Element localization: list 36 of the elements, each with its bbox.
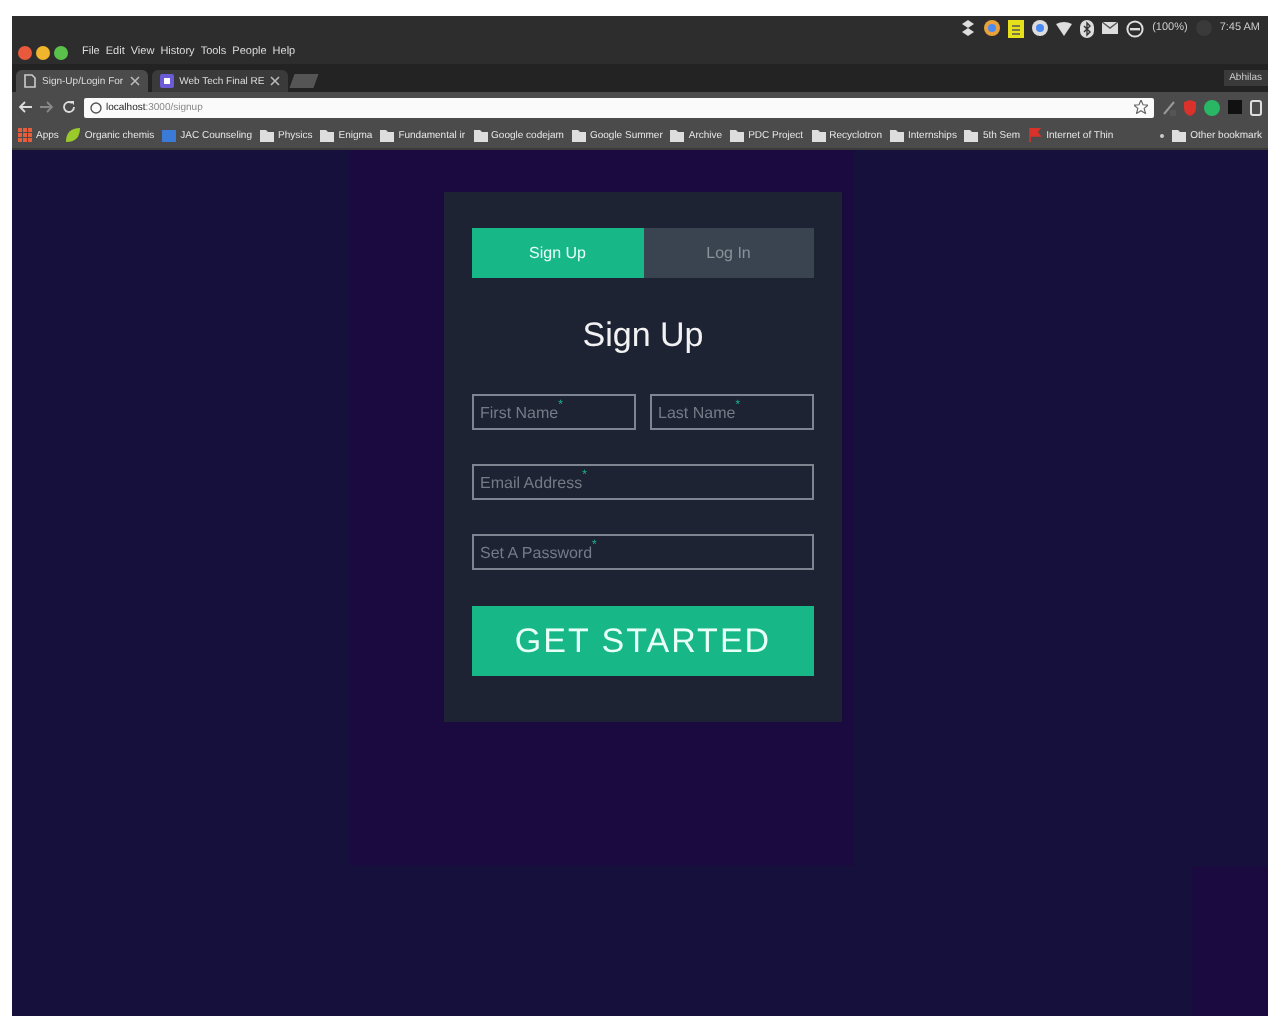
close-icon[interactable] xyxy=(129,76,140,86)
folder-icon xyxy=(571,129,586,141)
info-icon xyxy=(90,101,102,113)
folder-icon xyxy=(380,129,395,141)
leaf-icon xyxy=(66,128,81,142)
document-icon xyxy=(159,74,174,88)
back-icon[interactable] xyxy=(18,100,32,114)
extension-icon[interactable] xyxy=(1204,99,1220,115)
folder-icon xyxy=(320,129,335,141)
folder-icon xyxy=(1172,129,1187,141)
folder-icon xyxy=(730,129,745,141)
flag-icon xyxy=(1028,128,1043,142)
form-title: Sign Up xyxy=(580,316,706,356)
dropbox-icon[interactable] xyxy=(960,20,977,36)
bluetooth-icon[interactable] xyxy=(1080,19,1095,37)
close-icon[interactable] xyxy=(270,76,281,86)
browser-icon[interactable] xyxy=(984,20,1001,36)
apps-icon xyxy=(18,128,32,142)
sync-icon[interactable] xyxy=(1032,20,1049,36)
star-icon[interactable] xyxy=(1134,100,1148,114)
pen-icon[interactable] xyxy=(1162,99,1176,115)
folder-icon xyxy=(811,129,826,141)
folder-icon xyxy=(964,129,979,141)
phone-icon[interactable] xyxy=(1250,99,1262,115)
page-icon xyxy=(24,74,36,88)
folder-icon xyxy=(889,129,904,141)
notes-icon[interactable] xyxy=(1008,19,1025,37)
close-icon[interactable] xyxy=(18,45,32,59)
folder-icon xyxy=(260,129,274,141)
folder-icon xyxy=(670,129,685,141)
forward-icon[interactable] xyxy=(40,100,54,114)
folder-icon xyxy=(473,129,488,141)
reload-icon[interactable] xyxy=(62,100,76,114)
maximize-icon[interactable] xyxy=(54,45,68,59)
wifi-icon[interactable] xyxy=(1056,21,1073,35)
minimize-icon[interactable] xyxy=(36,45,50,59)
